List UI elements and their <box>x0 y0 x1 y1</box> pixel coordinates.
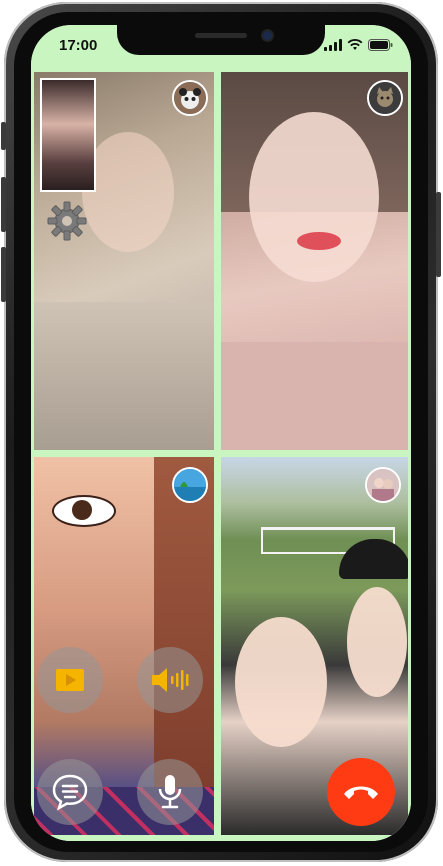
participant-face-2 <box>347 587 407 697</box>
speaker-button[interactable] <box>137 647 203 713</box>
signal-icon <box>324 39 342 51</box>
status-bar: 17:00 <box>31 25 411 69</box>
cat-avatar[interactable] <box>367 80 403 116</box>
video-grid <box>31 69 411 841</box>
end-call-button[interactable] <box>327 758 395 826</box>
status-time: 17:00 <box>59 37 98 54</box>
front-camera <box>263 31 272 40</box>
beach-avatar[interactable] <box>172 467 208 503</box>
blouse <box>221 342 408 450</box>
participant-video-1[interactable] <box>34 72 214 450</box>
wifi-icon <box>347 39 363 50</box>
video-play-icon <box>56 669 84 691</box>
status-icons <box>324 39 393 51</box>
notch <box>117 25 325 55</box>
battery-icon <box>368 39 393 51</box>
participant-video-2[interactable] <box>221 72 408 450</box>
friends-photo-icon <box>367 469 399 501</box>
power-button <box>436 192 441 277</box>
lips <box>297 232 341 250</box>
gear-icon[interactable] <box>46 200 88 242</box>
participant-face <box>235 617 327 747</box>
self-view-video[interactable] <box>40 78 96 192</box>
chat-bubble-icon <box>52 774 88 811</box>
share-video-button[interactable] <box>37 647 103 713</box>
cat-icon <box>369 82 401 114</box>
panda-avatar[interactable] <box>172 80 208 116</box>
speaker-grille <box>195 33 247 38</box>
microphone-button[interactable] <box>137 759 203 825</box>
participant-face <box>249 112 379 282</box>
hoodie <box>34 302 214 450</box>
eye <box>52 495 116 527</box>
volume-down-button <box>1 247 6 302</box>
microphone-icon <box>158 775 182 809</box>
beach-icon <box>174 469 206 501</box>
friends-avatar[interactable] <box>365 467 401 503</box>
mute-switch <box>1 122 6 150</box>
speaker-volume-icon <box>152 668 189 692</box>
phone-hangup-icon <box>344 786 378 799</box>
chat-button[interactable] <box>37 759 103 825</box>
volume-up-button <box>1 177 6 232</box>
panda-icon <box>174 82 206 114</box>
screen: 17:00 <box>31 25 411 841</box>
